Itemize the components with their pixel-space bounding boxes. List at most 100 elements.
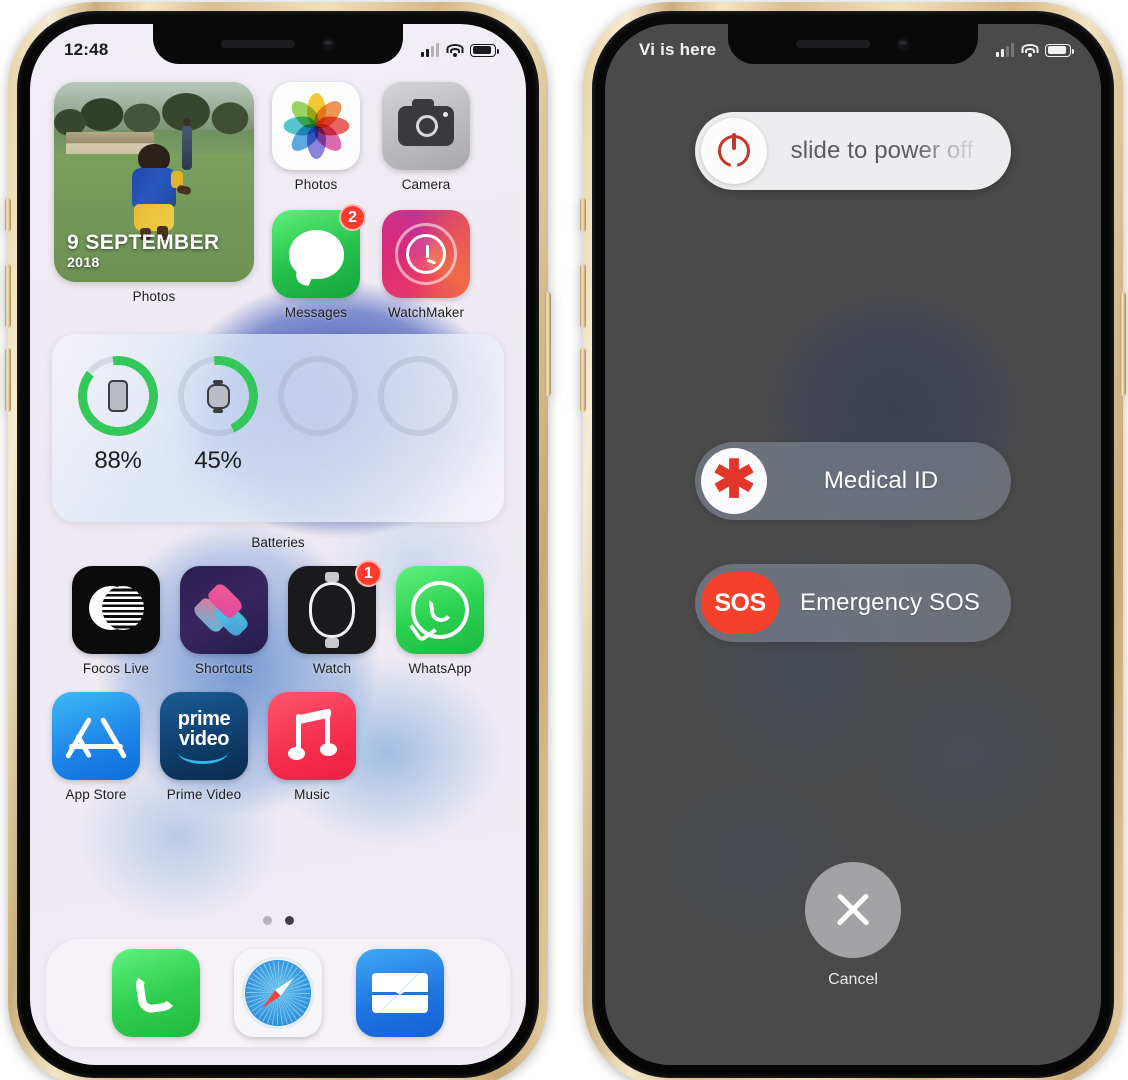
photos-widget-date: 9 SEPTEMBER 2018 [67,230,220,270]
front-camera-icon [895,36,911,52]
app-shortcuts[interactable]: Shortcuts [180,566,268,676]
ring-track [378,356,458,436]
battery-ring [378,356,458,436]
side-power-button[interactable] [545,292,551,396]
app-messages[interactable]: 2 Messages [272,204,366,320]
app-whatsapp[interactable]: WhatsApp [396,566,484,676]
sos-icon[interactable]: SOS [701,572,779,634]
batteries-widget[interactable]: 88% 45% [52,334,504,522]
battery-ring-watch: 45% [174,352,262,475]
app-photos[interactable]: Photos [272,82,360,192]
app-label: Prime Video [166,787,242,802]
battery-percent: 45% [194,447,242,474]
photos-icon[interactable] [272,82,360,170]
app-store-glyph [64,711,128,761]
watchmaker-icon[interactable] [382,210,470,298]
volume-down-button[interactable] [580,348,586,412]
earpiece-speaker-icon [220,40,295,48]
whatsapp-icon[interactable] [396,566,484,654]
app-camera[interactable]: Camera [382,82,470,192]
page-dot-2-active[interactable] [284,916,294,925]
page-dot-1[interactable] [262,916,272,925]
status-indicators [421,42,500,57]
battery-icon [1045,43,1075,57]
emergency-sos-slider[interactable]: SOS Emergency SOS [695,564,1011,642]
music-icon[interactable] [268,692,356,780]
whatsapp-glyph [411,581,469,639]
medical-id-label: Medical ID [823,467,939,494]
mail-icon[interactable] [356,949,444,1037]
left-phone-bezel: 12:48 9 SEPTEMBER 2018 Photos Photos Cam… [17,11,539,1078]
watch-icon[interactable]: 1 [288,560,382,654]
photos-widget[interactable]: 9 SEPTEMBER 2018 Photos [54,82,254,320]
phone-handset-glyph [133,969,179,1016]
photos-widget-image: 9 SEPTEMBER 2018 [54,82,254,282]
widget-date-year: 2018 [67,254,100,270]
power-icon [718,133,750,167]
prime-video-glyph: prime video [177,707,231,764]
app-label: Photos [294,177,338,192]
power-slider-knob[interactable] [701,118,767,184]
slide-to-power-off-slider[interactable]: slide to power off [695,112,1011,190]
shortcuts-icon[interactable] [180,566,268,654]
medical-id-knob[interactable]: ✱ [701,448,767,514]
app-label: App Store [65,787,127,802]
app-prime-video[interactable]: prime video Prime Video [160,692,248,802]
widget-child [126,144,192,240]
camera-icon[interactable] [382,82,470,170]
phone-icon[interactable] [112,949,200,1037]
status-time: 12:48 [64,40,109,59]
app-label: WhatsApp [408,661,472,676]
cellular-bars-icon [996,42,1014,57]
focos-stripes [102,586,144,630]
watch-glyph [206,379,230,413]
app-label: Camera [401,177,451,192]
camera-body-glyph [398,99,454,146]
watch-body-glyph [309,572,355,648]
page-indicator-dots[interactable] [30,916,526,939]
cancel-label: Cancel [828,971,878,988]
home-icon-row-2: Focos Live Shortcuts 1 Watch WhatsApp [30,560,526,676]
watchmaker-ring-glyph [395,223,457,285]
widget-date-month: 9 SEPTEMBER [67,230,220,254]
battery-ring [174,352,262,440]
app-watchmaker[interactable]: WatchMaker [382,210,470,320]
volume-down-button[interactable] [5,348,11,412]
safari-icon[interactable] [234,949,322,1037]
app-watch[interactable]: 1 Watch [288,560,382,676]
app-app-store[interactable]: App Store [52,692,140,802]
widget-trees [54,86,254,138]
wifi-icon [1021,43,1038,57]
notch [153,24,403,64]
focos-live-icon[interactable] [72,566,160,654]
cancel-button[interactable] [805,862,901,958]
app-store-icon[interactable] [52,692,140,780]
app-music[interactable]: Music [268,692,356,802]
wifi-icon [446,43,463,57]
video-text: video [178,727,230,750]
screenshot-stage: 12:48 9 SEPTEMBER 2018 Photos Photos Cam… [0,0,1128,1080]
battery-percent: 88% [94,447,142,474]
ring-track [278,356,358,436]
cellular-bars-icon [421,42,439,57]
app-focos-live[interactable]: Focos Live [72,566,160,676]
app-label: Music [294,787,330,802]
app-label: Messages [284,305,348,320]
prime-video-icon[interactable]: prime video [160,692,248,780]
medical-id-slider[interactable]: ✱ Medical ID [695,442,1011,520]
slide-to-power-off-label: slide to power off [767,137,1005,165]
volume-up-button[interactable] [580,264,586,328]
home-icon-row-3: App Store prime video Prime Video Music [30,692,526,802]
battery-ring [72,350,164,442]
battery-rings: 88% 45% [72,350,478,475]
mute-switch[interactable] [580,198,586,232]
messages-icon[interactable]: 2 [272,204,366,298]
amazon-smile-icon [177,752,228,764]
emergency-sos-label: Emergency SOS [799,589,981,616]
front-camera-icon [320,36,336,52]
mute-switch[interactable] [5,198,11,232]
prime-text: prime [177,707,231,730]
side-power-button[interactable] [1120,292,1126,396]
iphone-glyph [108,380,128,412]
volume-up-button[interactable] [5,264,11,328]
